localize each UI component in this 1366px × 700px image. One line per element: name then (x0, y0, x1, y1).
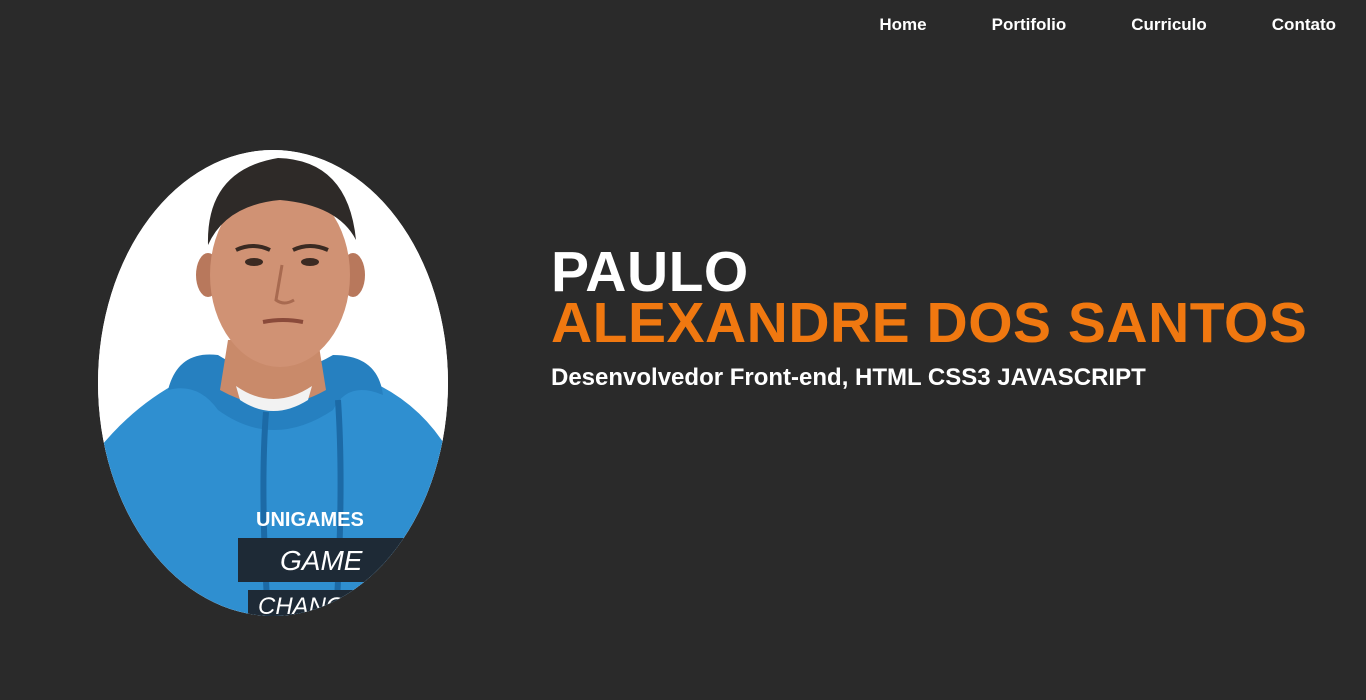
nav-item-home[interactable]: Home (879, 14, 926, 36)
main-nav: Home Portifolio Curriculo Contato (814, 14, 1336, 36)
role-subtitle: Desenvolvedor Front-end, HTML CSS3 JAVAS… (551, 364, 1146, 391)
shirt-print-line3: CHANGE (258, 593, 362, 616)
page: Home Portifolio Curriculo Contato UNIGAM… (0, 0, 1366, 700)
hero-text: PAULO ALEXANDRE DOS SANTOS Desenvolvedor… (551, 244, 1307, 392)
nav-item-contato[interactable]: Contato (1272, 14, 1336, 36)
nav-item-curriculo[interactable]: Curriculo (1131, 14, 1207, 36)
last-name-heading: ALEXANDRE DOS SANTOS (551, 291, 1308, 355)
profile-photo-illustration: UNIGAMES GAME CHANGE (98, 150, 448, 616)
nav-item-portfolio[interactable]: Portifolio (992, 14, 1067, 36)
shirt-print-line1: UNIGAMES (256, 509, 364, 531)
profile-photo: UNIGAMES GAME CHANGE (98, 150, 448, 616)
shirt-print-line2: GAME (280, 545, 363, 576)
